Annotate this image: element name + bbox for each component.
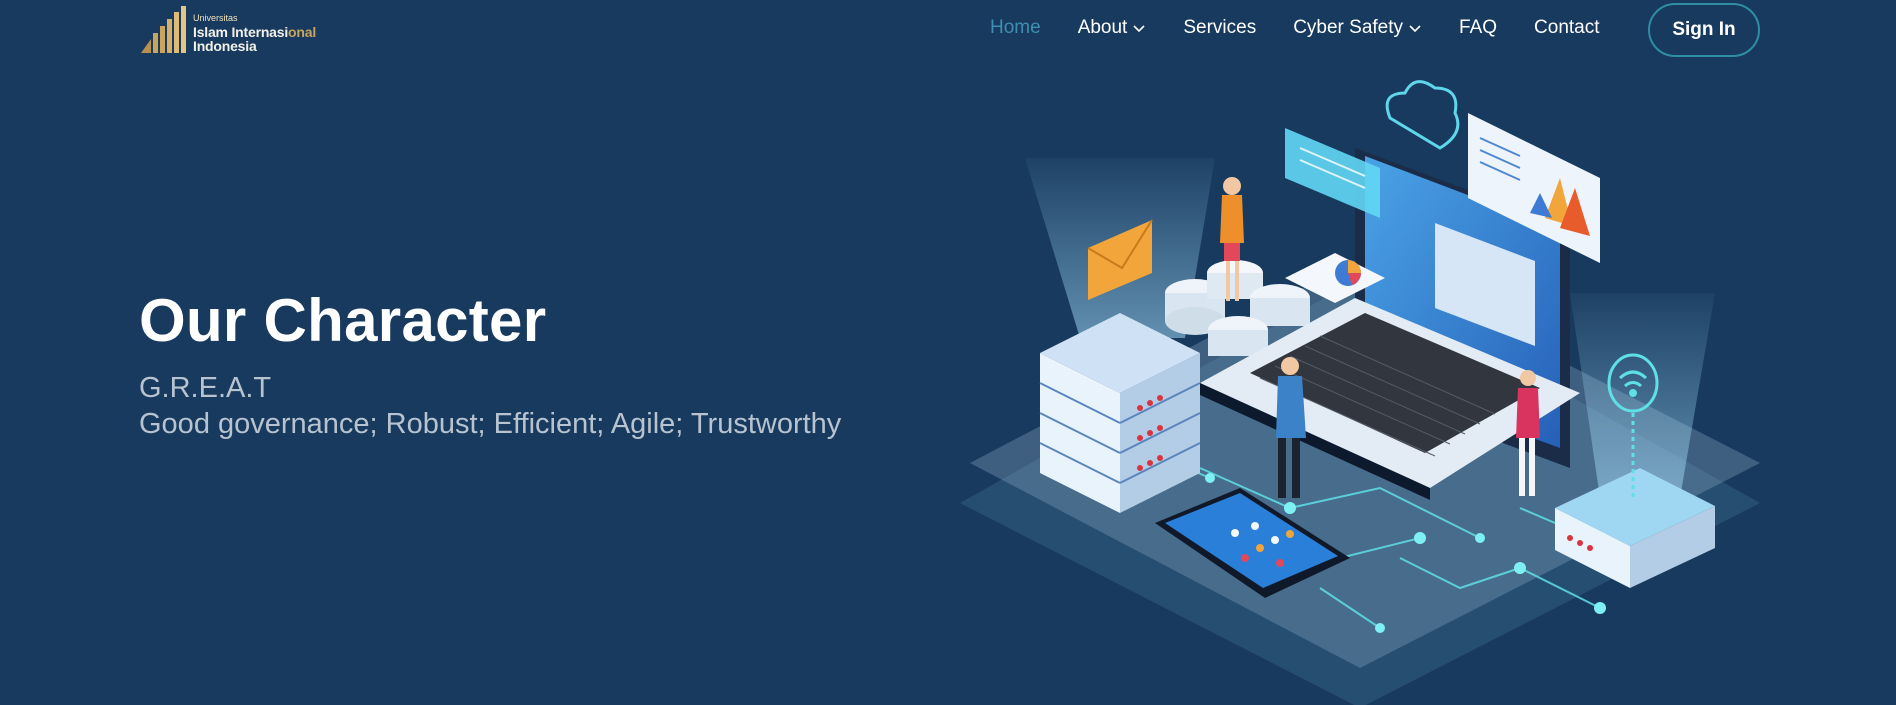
logo-line-1: Islam Internasional <box>193 25 316 39</box>
nav-item-cyber-safety[interactable]: Cyber Safety <box>1293 17 1422 39</box>
sign-in-button[interactable]: Sign In <box>1648 3 1760 57</box>
hero-values: Good governance; Robust; Efficient; Agil… <box>139 408 842 440</box>
nav-item-services[interactable]: Services <box>1183 17 1256 39</box>
logo-line-1-b: onal <box>288 24 317 40</box>
logo-mark-icon <box>141 6 186 53</box>
main-nav: Home About Services Cyber Safety FAQ Con… <box>990 0 1637 56</box>
logo-small-text: Universitas <box>193 13 238 23</box>
chevron-down-icon <box>1409 25 1421 33</box>
nav-item-label: Contact <box>1534 17 1600 38</box>
nav-item-label: FAQ <box>1459 17 1498 38</box>
nav-item-home[interactable]: Home <box>990 17 1041 39</box>
chevron-down-icon <box>1133 25 1145 33</box>
nav-item-label: Home <box>990 17 1041 38</box>
cloud-icon <box>1385 80 1460 150</box>
hero-illustration <box>960 80 1760 705</box>
hero-subtitle: G.R.E.A.T <box>139 372 272 404</box>
nav-item-about[interactable]: About <box>1078 17 1147 39</box>
site-header: Universitas Islam Internasional Indonesi… <box>0 0 1896 60</box>
hero-title: Our Character <box>139 287 547 354</box>
server-rack-left <box>1039 313 1201 513</box>
nav-item-label: About <box>1077 17 1128 38</box>
university-logo[interactable]: Universitas Islam Internasional Indonesi… <box>139 5 329 57</box>
nav-item-label: Cyber Safety <box>1293 17 1404 38</box>
nav-item-contact[interactable]: Contact <box>1534 17 1599 39</box>
logo-line-2: Indonesia <box>193 38 257 54</box>
nav-item-faq[interactable]: FAQ <box>1459 17 1497 39</box>
nav-item-label: Services <box>1183 17 1257 38</box>
info-card-blue <box>1285 128 1380 218</box>
